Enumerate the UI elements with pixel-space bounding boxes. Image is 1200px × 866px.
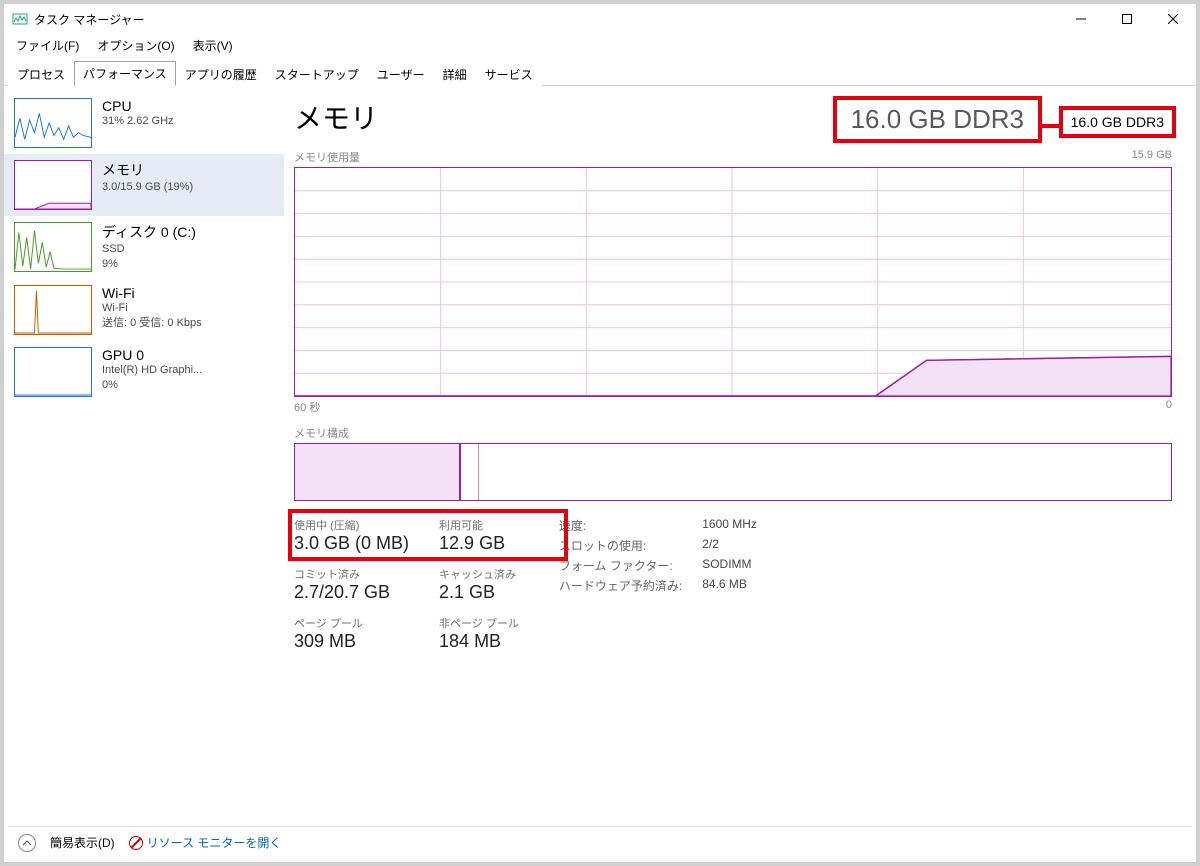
committed-value: 2.7/20.7 GB [294,582,409,603]
fewer-details-link[interactable]: 簡易表示(D) [50,834,115,851]
tab-users[interactable]: ユーザー [368,62,434,86]
speed-label: 速度: [559,517,682,534]
sidebar-cpu-sub: 31% 2.62 GHz [102,114,174,129]
speed-value: 1600 MHz [702,517,757,534]
window-title: タスク マネージャー [34,11,145,28]
hw-reserved-label: ハードウェア予約済み: [559,577,682,594]
tab-details[interactable]: 詳細 [434,62,476,86]
sidebar-wifi-sub: Wi-Fi 送信: 0 受信: 0 Kbps [102,301,202,332]
sidebar-disk-sub: SSD 9% [102,242,196,273]
tabstrip: プロセス パフォーマンス アプリの履歴 スタートアップ ユーザー 詳細 サービス [4,56,1196,86]
in-use-value: 3.0 GB (0 MB) [294,533,409,554]
cached-value: 2.1 GB [439,582,519,603]
sidebar-memory-sub: 3.0/15.9 GB (19%) [102,180,193,195]
paged-value: 309 MB [294,631,409,652]
memory-spec-annotation: 16.0 GB DDR3 [1059,106,1176,138]
sidebar-memory-title: メモリ [102,160,193,180]
sidebar-wifi-title: Wi-Fi [102,285,202,301]
sidebar: CPU 31% 2.62 GHz メモリ 3.0/15.9 GB (19%) [4,86,284,831]
sidebar-disk-title: ディスク 0 (C:) [102,222,196,242]
sidebar-item-cpu[interactable]: CPU 31% 2.62 GHz [4,92,284,154]
close-button[interactable] [1150,4,1196,34]
menu-file[interactable]: ファイル(F) [8,35,87,56]
paged-label: ページ プール [294,615,409,631]
nonpaged-value: 184 MB [439,631,519,652]
memory-composition-label: メモリ構成 [294,425,1172,441]
menubar: ファイル(F) オプション(O) 表示(V) [4,34,1196,56]
sidebar-item-wifi[interactable]: Wi-Fi Wi-Fi 送信: 0 受信: 0 Kbps [4,279,284,341]
stats-right-grid: 速度: 1600 MHz スロットの使用: 2/2 フォーム ファクター: SO… [559,517,757,594]
slots-label: スロットの使用: [559,537,682,554]
available-label: 利用可能 [439,517,519,533]
hw-reserved-value: 84.6 MB [702,577,757,594]
open-resource-monitor-link[interactable]: リソース モニターを開く [147,834,282,851]
slots-value: 2/2 [702,537,757,554]
tab-services[interactable]: サービス [476,62,542,86]
form-label: フォーム ファクター: [559,557,682,574]
detail-pane: メモリ 16.0 GB DDR3 16.0 GB DDR3 メモリ使用量 15.… [284,86,1196,831]
nonpaged-label: 非ページ プール [439,615,519,631]
usage-chart-label: メモリ使用量 [294,149,360,165]
available-value: 12.9 GB [439,533,519,554]
tab-performance[interactable]: パフォーマンス [74,61,176,86]
menu-options[interactable]: オプション(O) [89,35,182,56]
tab-app-history[interactable]: アプリの履歴 [176,62,266,86]
x-axis-left: 60 秒 [294,399,320,415]
memory-usage-chart [294,167,1172,397]
app-icon [12,11,28,27]
memory-spec-highlight: 16.0 GB DDR3 [833,96,1042,143]
chevron-up-icon[interactable] [18,834,36,852]
tab-startup[interactable]: スタートアップ [266,62,368,86]
titlebar: タスク マネージャー [4,4,1196,34]
sidebar-gpu-title: GPU 0 [102,347,202,363]
detail-title: メモリ [294,97,378,137]
sidebar-item-disk0[interactable]: ディスク 0 (C:) SSD 9% [4,216,284,279]
menu-view[interactable]: 表示(V) [185,35,241,56]
committed-label: コミット済み [294,566,409,582]
cached-label: キャッシュ済み [439,566,519,582]
sidebar-item-gpu0[interactable]: GPU 0 Intel(R) HD Graphi... 0% [4,341,284,403]
sidebar-gpu-sub: Intel(R) HD Graphi... 0% [102,363,202,394]
footer: 簡易表示(D) リソース モニターを開く [8,826,1192,858]
usage-chart-max: 15.9 GB [1132,149,1172,165]
minimize-button[interactable] [1058,4,1104,34]
sidebar-cpu-title: CPU [102,98,174,114]
in-use-label: 使用中 (圧縮) [294,517,409,533]
resource-monitor-icon [129,836,143,850]
sidebar-item-memory[interactable]: メモリ 3.0/15.9 GB (19%) [4,154,284,216]
stats-left-grid: 使用中 (圧縮) 3.0 GB (0 MB) 利用可能 12.9 GB コミット… [294,517,519,660]
tab-processes[interactable]: プロセス [8,62,74,86]
memory-composition-bar [294,443,1172,501]
maximize-button[interactable] [1104,4,1150,34]
x-axis-right: 0 [1166,399,1172,415]
form-value: SODIMM [702,557,757,574]
